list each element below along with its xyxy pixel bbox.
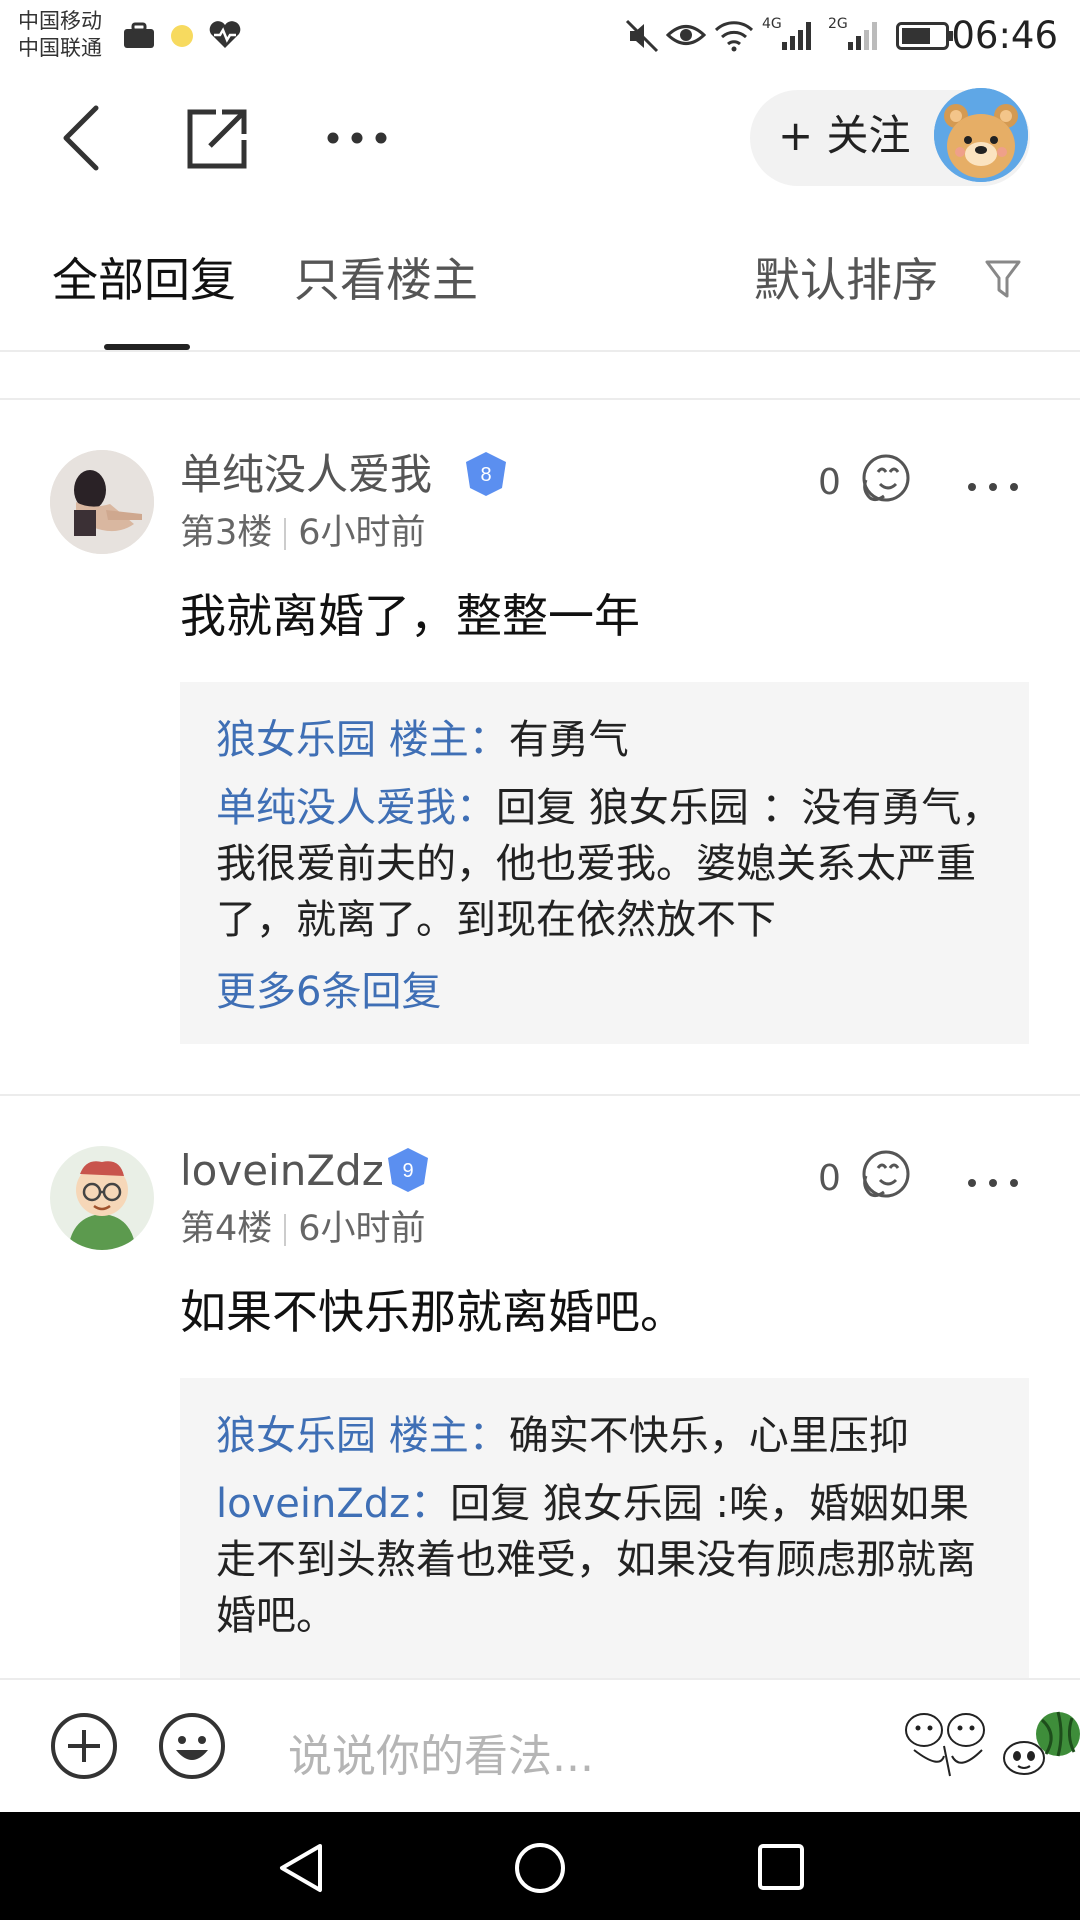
like-count: 0 (818, 1158, 841, 1199)
reply-item[interactable]: 单纯没人爱我：回复 狼女乐园 ：没有勇气，我很爱前夫的，他也爱我。婆媳关系太严重… (216, 780, 1006, 948)
reply-text: 有勇气 (508, 717, 629, 763)
reply-preview-box[interactable]: 狼女乐园 楼主：确实不快乐，心里压抑 loveinZdz：回复 狼女乐园 :唉，… (180, 1378, 1029, 1678)
meta-separator (284, 1214, 287, 1246)
user-avatar[interactable] (50, 450, 154, 554)
follow-button-label[interactable]: + 关注 (778, 108, 911, 164)
reply-author[interactable]: 狼女乐园 楼主： (216, 717, 509, 763)
status-bar: 中国移动 中国联通 4G 2G 06:46 (0, 0, 1080, 74)
floor-number: 第3楼 (180, 513, 273, 553)
post-meta: 第3楼 6小时前 (180, 510, 426, 556)
post-time: 6小时前 (298, 513, 426, 553)
net-type-1: 4G (762, 16, 782, 32)
post-more-icon[interactable] (966, 1176, 1020, 1190)
reply-item[interactable]: 狼女乐园 楼主：确实不快乐，心里压抑 (216, 1408, 1006, 1464)
user-photo-icon (50, 450, 154, 554)
level-badge-text: 9 (402, 1160, 413, 1182)
carrier-info: 中国移动 中国联通 (18, 8, 102, 62)
carrier-1: 中国移动 (18, 9, 102, 33)
level-badge-text: 8 (480, 464, 491, 486)
nav-recents-icon[interactable] (756, 1842, 806, 1892)
like-thumb-icon[interactable] (856, 1146, 912, 1202)
system-nav-bar (0, 1812, 1080, 1920)
post-content: 我就离婚了，整整一年 (180, 589, 640, 643)
reply-tabs: 全部回复 只看楼主 默认排序 (0, 220, 1080, 350)
signal-strength-2-icon (848, 22, 877, 50)
more-options-icon[interactable] (324, 128, 390, 148)
battery-icon (896, 22, 953, 50)
post-content: 如果不快乐那就离婚吧。 (180, 1285, 686, 1339)
like-thumb-icon[interactable] (856, 450, 912, 506)
level-badge-icon: 9 (388, 1148, 428, 1192)
like-count: 0 (818, 462, 841, 503)
reply-text: 确实不快乐，心里压抑 (508, 1413, 909, 1459)
tab-all-replies[interactable]: 全部回复 (52, 250, 236, 310)
sort-dropdown[interactable]: 默认排序 (754, 250, 938, 310)
post-time: 6小时前 (298, 1209, 426, 1249)
more-replies-link[interactable]: 更多6条回复 (216, 964, 441, 1020)
cartoon-avatar-icon (50, 1146, 154, 1250)
reply-item[interactable]: loveinZdz：回复 狼女乐园 :唉，婚姻如果走不到头熬着也难受，如果没有顾… (216, 1476, 1006, 1644)
notification-dot-icon (171, 25, 193, 47)
meta-separator (284, 518, 287, 550)
comment-input-bar: 说说你的看法... (0, 1678, 1080, 1812)
post-meta: 第4楼 6小时前 (180, 1206, 426, 1252)
post-floor-3: 单纯没人爱我 8 第3楼 6小时前 0 我就离婚了，整整一年 狼女乐园 楼主：有勇… (0, 400, 1080, 1090)
post-floor-4: loveinZdz 9 第4楼 6小时前 0 如果不快乐那就离婚吧。 狼女乐园 楼… (0, 1096, 1080, 1678)
top-toolbar: + 关注 (0, 78, 1080, 198)
wifi-icon (714, 21, 754, 52)
comment-input[interactable]: 说说你的看法... (288, 1720, 594, 1784)
health-heart-icon (209, 21, 241, 48)
level-badge-icon: 8 (466, 452, 506, 496)
username[interactable]: loveinZdz (180, 1144, 384, 1198)
username[interactable]: 单纯没人爱我 (180, 448, 432, 502)
briefcase-icon (124, 22, 154, 48)
bear-avatar-icon (934, 88, 1028, 182)
nav-home-icon[interactable] (512, 1840, 568, 1896)
reply-item[interactable]: 狼女乐园 楼主：有勇气 (216, 712, 1006, 768)
mute-icon (625, 19, 659, 53)
net-type-2: 2G (828, 16, 848, 32)
post-more-icon[interactable] (966, 480, 1020, 494)
emoji-icon[interactable] (158, 1712, 226, 1780)
floor-number: 第4楼 (180, 1209, 273, 1249)
back-icon[interactable] (58, 104, 102, 172)
add-attachment-icon[interactable] (50, 1712, 118, 1780)
watermelon-panda-sticker-icon[interactable] (1002, 1702, 1080, 1786)
reply-author[interactable]: loveinZdz： (216, 1481, 450, 1527)
share-icon[interactable] (186, 106, 250, 170)
clock: 06:46 (951, 14, 1058, 57)
reply-author[interactable]: 狼女乐园 楼主： (216, 1413, 509, 1459)
reply-preview-box[interactable]: 狼女乐园 楼主：有勇气 单纯没人爱我：回复 狼女乐园 ：没有勇气，我很爱前夫的，… (180, 682, 1029, 1044)
carrier-2: 中国联通 (18, 36, 102, 60)
nav-back-icon[interactable] (276, 1842, 326, 1894)
user-avatar[interactable] (50, 1146, 154, 1250)
reply-author[interactable]: 单纯没人爱我： (216, 785, 496, 831)
meme-sticker-icon[interactable] (900, 1700, 996, 1784)
signal-strength-1-icon (782, 22, 811, 50)
filter-icon[interactable] (984, 258, 1022, 300)
tab-divider (0, 350, 1080, 352)
tab-only-op[interactable]: 只看楼主 (294, 250, 478, 310)
author-avatar[interactable] (934, 88, 1028, 182)
eye-icon (666, 25, 706, 45)
